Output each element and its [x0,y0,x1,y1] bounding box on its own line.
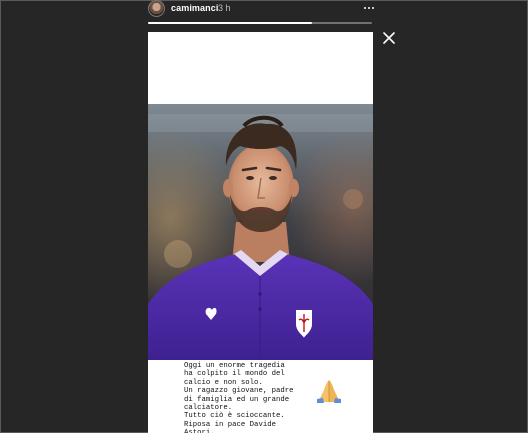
folded-hands-emoji [317,380,341,403]
more-options-icon[interactable] [364,2,374,14]
username[interactable]: camimanci [171,3,218,13]
close-icon[interactable] [382,31,396,45]
user-avatar[interactable] [148,0,165,17]
story-progress-bar [148,22,372,24]
story-caption: Oggi un enorme tragedia ha colpito il mo… [184,362,294,433]
story-header: camimanci 3 h [148,0,374,18]
player-photo [148,104,373,360]
story-card[interactable]: Oggi un enorme tragedia ha colpito il mo… [148,32,373,433]
post-timestamp: 3 h [218,3,231,13]
story-progress-fill [148,22,312,24]
